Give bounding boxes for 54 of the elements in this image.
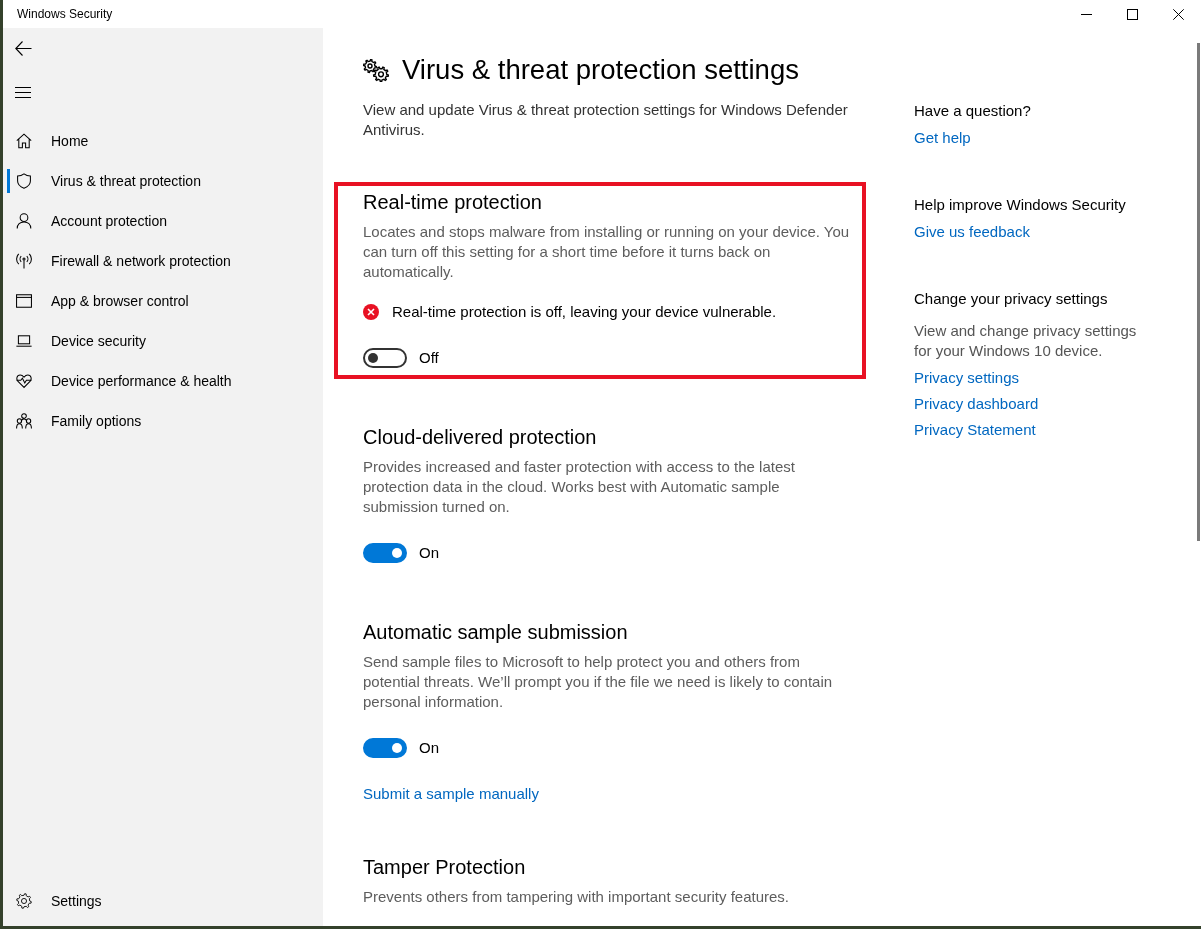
help-heading: Have a question? bbox=[914, 101, 1031, 121]
help-link[interactable]: Get help bbox=[914, 128, 971, 148]
people-icon bbox=[16, 413, 32, 429]
back-arrow-icon bbox=[15, 40, 32, 56]
section-description: Send sample files to Microsoft to help protect you and others from potential threats. We’ll prompt you if the file we need is likely to contain personal information. bbox=[363, 652, 834, 712]
page-title: Virus & threat protection settings bbox=[402, 53, 799, 87]
nav-item[interactable]: Account protection bbox=[3, 201, 323, 241]
toggle-switch[interactable] bbox=[363, 738, 407, 758]
person-icon bbox=[16, 213, 32, 229]
toggle-switch[interactable] bbox=[363, 348, 407, 368]
window-icon bbox=[16, 293, 32, 309]
nav-item[interactable]: Settings bbox=[3, 881, 323, 921]
error-icon bbox=[363, 304, 379, 320]
nav-item[interactable]: Home bbox=[3, 121, 323, 161]
minimize-icon bbox=[1080, 13, 1092, 15]
gear-icon bbox=[16, 893, 32, 909]
section-title: Tamper Protection bbox=[363, 855, 526, 880]
scrollbar-thumb[interactable] bbox=[1197, 43, 1200, 541]
warning-message: Real-time protection is off, leaving your device vulnerable. bbox=[392, 302, 777, 322]
section-description: Prevents others from tampering with important security features. bbox=[363, 887, 790, 907]
help-description: View and change privacy settings for your Windows 10 device. bbox=[914, 321, 1138, 361]
section-title: Automatic sample submission bbox=[363, 620, 628, 645]
nav-item[interactable]: Virus & threat protection bbox=[3, 161, 323, 201]
maximize-icon bbox=[1126, 8, 1138, 20]
page-description: View and update Virus & threat protection settings for Windows Defender Antivirus. bbox=[363, 100, 849, 140]
shield-icon bbox=[16, 173, 32, 189]
close-icon bbox=[1172, 8, 1184, 20]
toggle-state-label: Off bbox=[419, 348, 439, 368]
heart-pulse-icon bbox=[16, 373, 32, 389]
submit-sample-link[interactable]: Submit a sample manually bbox=[363, 784, 539, 804]
section-title: Real-time protection bbox=[363, 190, 542, 215]
section-title: Cloud-delivered protection bbox=[363, 425, 597, 450]
menu-icon bbox=[15, 86, 31, 98]
help-link[interactable]: Privacy Statement bbox=[914, 420, 1036, 440]
toggle-switch[interactable] bbox=[363, 543, 407, 563]
nav-item[interactable]: App & browser control bbox=[3, 281, 323, 321]
laptop-icon bbox=[16, 333, 32, 349]
toggle-state-label: On bbox=[419, 738, 439, 758]
help-heading: Change your privacy settings bbox=[914, 289, 1108, 309]
help-heading: Help improve Windows Security bbox=[914, 195, 1126, 215]
nav-item[interactable]: Firewall & network protection bbox=[3, 241, 323, 281]
toggle-state-label: On bbox=[419, 543, 439, 563]
help-link[interactable]: Privacy settings bbox=[914, 368, 1020, 388]
nav-item[interactable]: Device performance & health bbox=[3, 361, 323, 401]
section-description: Provides increased and faster protection with access to the latest protection data in the cloud. Works best with Automatic sample submission turned on. bbox=[363, 457, 796, 517]
gears-icon bbox=[363, 58, 389, 82]
section-description: Locates and stops malware from installing or running on your device. You can turn off this setting for a short time before it turns back on automatically. bbox=[363, 222, 851, 282]
nav-item[interactable]: Device security bbox=[3, 321, 323, 361]
house-icon bbox=[16, 133, 32, 149]
help-link[interactable]: Privacy dashboard bbox=[914, 394, 1039, 414]
help-link[interactable]: Give us feedback bbox=[914, 222, 1030, 242]
nav-item[interactable]: Family options bbox=[3, 401, 323, 441]
window-title: Windows Security bbox=[17, 7, 113, 21]
antenna-icon bbox=[16, 253, 32, 269]
